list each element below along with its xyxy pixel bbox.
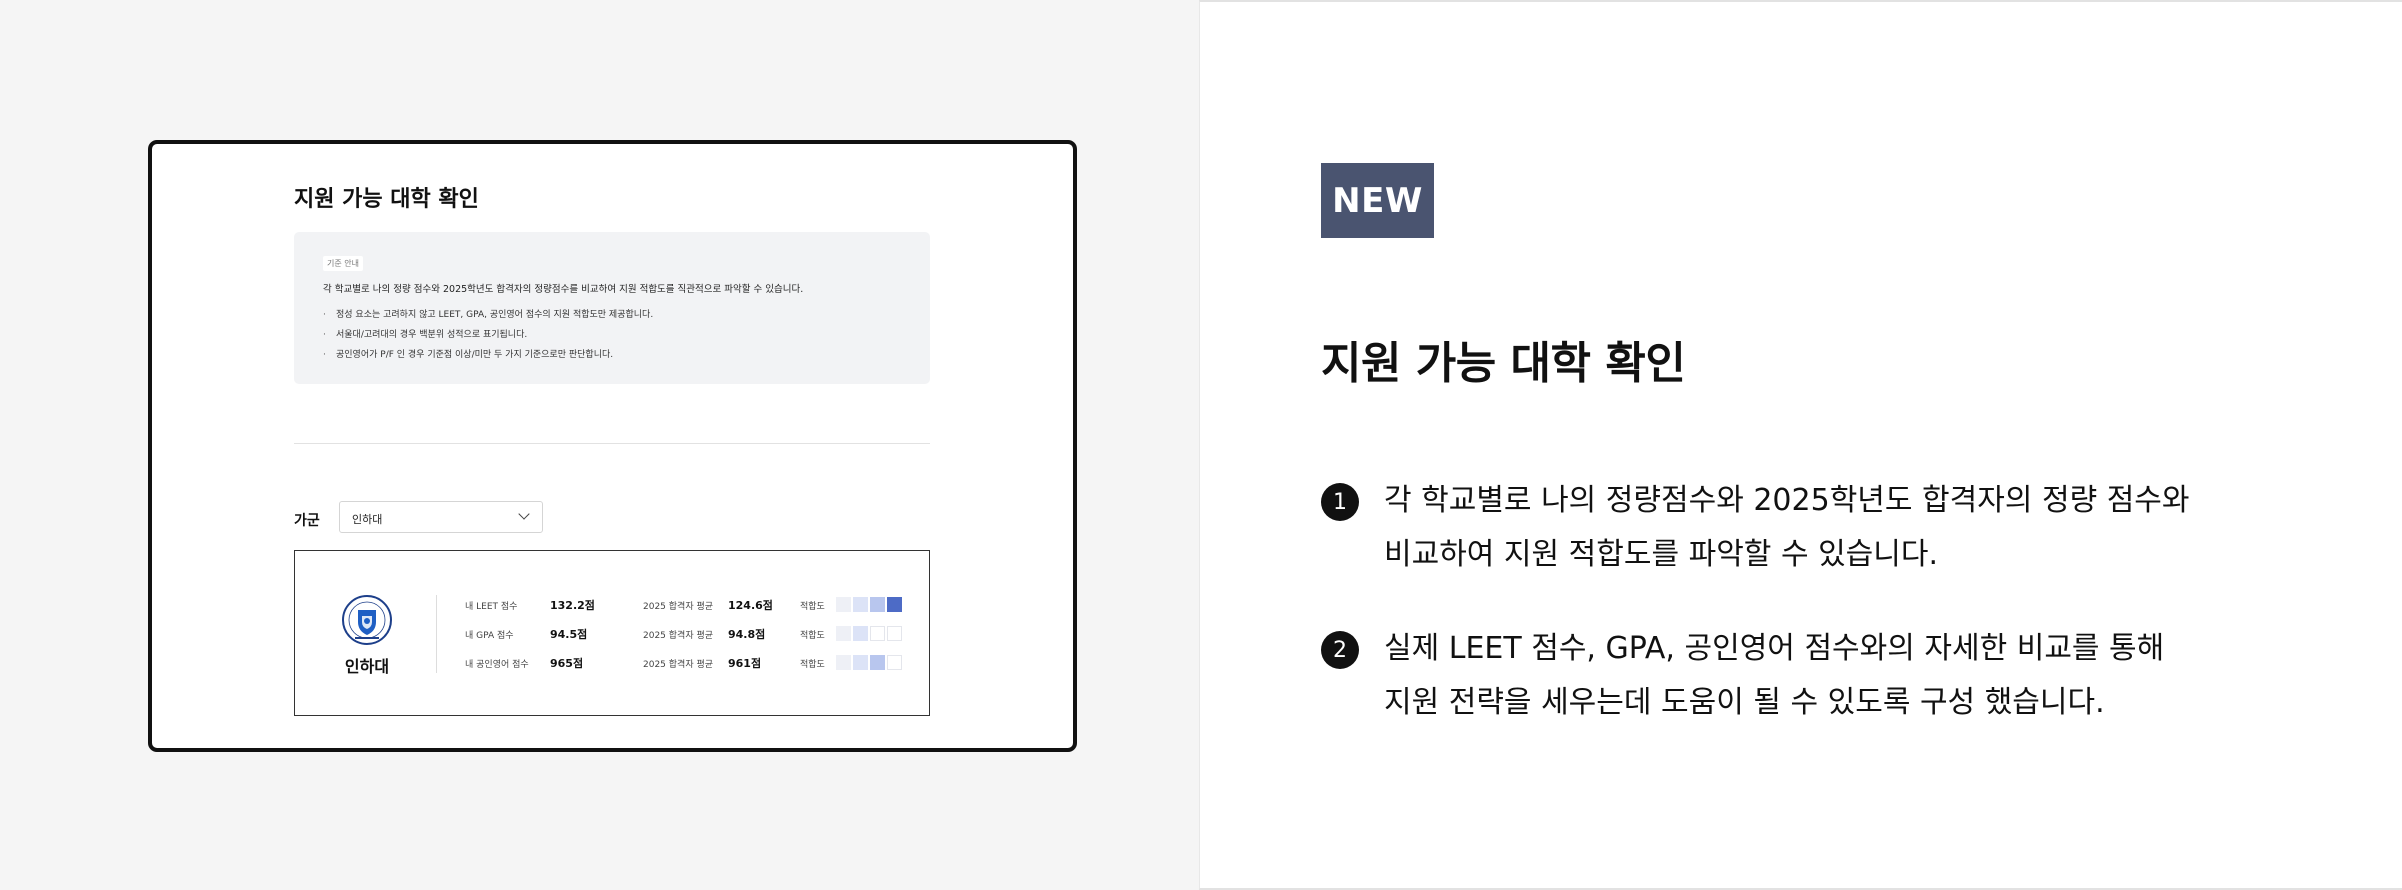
score-value: 94.5점 [550,628,588,641]
university-emblem-icon [342,595,392,645]
school-select-value: 인하대 [352,513,383,526]
feature-point-1: 1 각 학교별로 나의 정량점수와 2025학년도 합격자의 정량 점수와 비교… [1321,474,2321,594]
point-line: 실제 LEET 점수, GPA, 공인영어 점수와의 자세한 비교를 통해 [1384,631,2165,666]
page-title: 지원 가능 대학 확인 [294,187,479,212]
number-badge: 2 [1321,631,1359,669]
average-value: 124.6점 [728,599,773,612]
feature-description-panel: NEW 지원 가능 대학 확인 1 각 학교별로 나의 정량점수와 2025학년… [1199,0,2402,890]
card-divider [436,595,437,673]
fit-label: 적합도 [800,660,825,670]
number-badge: 1 [1321,483,1359,521]
average-label: 2025 합격자 평균 [643,660,714,670]
notice-bullet: 서울대/고려대의 경우 백분위 성적으로 표기됩니다. [323,327,653,347]
school-name: 인하대 [344,657,390,676]
fit-box [836,597,851,612]
fit-box [853,655,868,670]
point-text: 실제 LEET 점수, GPA, 공인영어 점수와의 자세한 비교를 통해 지원… [1384,622,2164,730]
fit-box [887,655,902,670]
average-label: 2025 합격자 평균 [643,602,714,612]
score-row-gpa: 내 GPA 점수 94.5점 2025 합격자 평균 94.8점 적합도 [465,626,905,642]
notice-bullet: 정성 요소는 고려하지 않고 LEET, GPA, 공인영어 점수의 지원 적합… [323,307,653,327]
screen-mockup: 지원 가능 대학 확인 기준 안내 각 학교별로 나의 정량 점수와 2025학… [148,140,1077,752]
score-label: 내 LEET 점수 [465,602,518,612]
fit-box [887,626,902,641]
score-row-leet: 내 LEET 점수 132.2점 2025 합격자 평균 124.6점 적합도 [465,597,905,613]
score-row-english: 내 공인영어 점수 965점 2025 합격자 평균 961점 적합도 [465,655,905,671]
point-line: 비교하여 지원 적합도를 파악할 수 있습니다. [1384,537,1939,572]
chevron-down-icon [518,508,530,520]
point-line: 지원 전략을 세우는데 도움이 될 수 있도록 구성 했습니다. [1384,685,2105,720]
school-select[interactable]: 인하대 [339,501,543,533]
group-label: 가군 [294,513,320,529]
point-line: 각 학교별로 나의 정량점수와 2025학년도 합격자의 정량 점수와 [1384,483,2190,518]
score-value: 965점 [550,657,584,670]
fit-box [887,597,902,612]
criteria-notice: 기준 안내 각 학교별로 나의 정량 점수와 2025학년도 합격자의 정량점수… [294,232,930,384]
fit-label: 적합도 [800,631,825,641]
fit-box [853,626,868,641]
average-label: 2025 합격자 평균 [643,631,714,641]
preview-panel: 지원 가능 대학 확인 기준 안내 각 학교별로 나의 정량 점수와 2025학… [0,0,1199,890]
score-label: 내 GPA 점수 [465,631,514,641]
fit-box [853,597,868,612]
average-value: 961점 [728,657,762,670]
fit-label: 적합도 [800,602,825,612]
fit-box [870,597,885,612]
point-text: 각 학교별로 나의 정량점수와 2025학년도 합격자의 정량 점수와 비교하여… [1384,474,2190,582]
score-label: 내 공인영어 점수 [465,660,529,670]
score-value: 132.2점 [550,599,595,612]
section-divider [294,443,930,444]
notice-description: 각 학교별로 나의 정량 점수와 2025학년도 합격자의 정량점수를 비교하여… [323,284,804,295]
fit-box [870,655,885,670]
fit-box [836,655,851,670]
average-value: 94.8점 [728,628,766,641]
fit-box [836,626,851,641]
school-result-card: 인하대 내 LEET 점수 132.2점 2025 합격자 평균 124.6점 … [294,550,930,716]
feature-title: 지원 가능 대학 확인 [1321,338,1686,389]
fit-box [870,626,885,641]
new-badge: NEW [1321,163,1434,238]
feature-point-2: 2 실제 LEET 점수, GPA, 공인영어 점수와의 자세한 비교를 통해 … [1321,622,2321,742]
notice-tag: 기준 안내 [323,256,363,271]
notice-bullet: 공인영어가 P/F 인 경우 기준점 이상/미만 두 가지 기준으로만 판단합니… [323,347,653,367]
notice-bullet-list: 정성 요소는 고려하지 않고 LEET, GPA, 공인영어 점수의 지원 적합… [323,307,653,367]
